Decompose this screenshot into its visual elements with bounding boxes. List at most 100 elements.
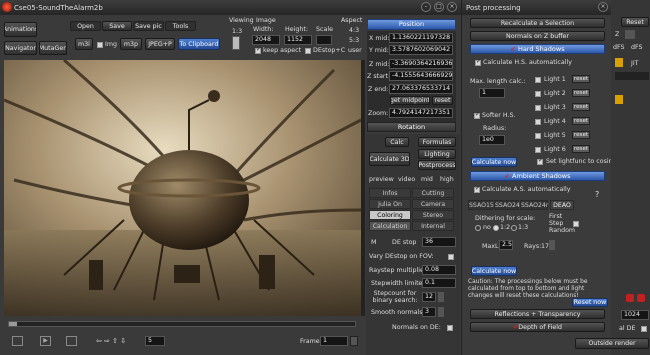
smooth-normals-spinner[interactable] <box>438 307 444 317</box>
stepwidth-input[interactable]: 0.1 <box>422 278 456 288</box>
viewport-vscroll[interactable] <box>361 60 365 316</box>
viewing-value[interactable]: 1:3 <box>232 28 242 35</box>
rays-spinner[interactable] <box>549 240 555 250</box>
right-folder-icon[interactable] <box>615 58 623 67</box>
close-icon[interactable]: × <box>447 2 457 12</box>
stepcount-spinner[interactable] <box>438 292 444 302</box>
dither-1-3-radio[interactable] <box>511 225 517 231</box>
m3i-button[interactable]: m3i <box>75 38 93 50</box>
pp-close-icon[interactable]: × <box>598 2 608 12</box>
viewport-hscroll[interactable] <box>8 321 356 327</box>
aspect-4-3[interactable]: 4:3 <box>349 27 359 34</box>
calc-hs-auto-checkbox[interactable] <box>475 58 481 66</box>
save-pic-button[interactable]: Save pic <box>133 21 164 31</box>
normals-zbuffer-button[interactable]: Normals on Z buffer <box>470 31 605 41</box>
tab-internal[interactable]: Internal <box>412 221 454 231</box>
stepcount-input[interactable]: 12 <box>422 292 436 302</box>
navigator-button[interactable]: Navigator <box>4 41 37 55</box>
right-z-spinner[interactable] <box>625 30 635 39</box>
postprocess-button[interactable]: Postprocess <box>418 160 456 170</box>
nav-arrows-icon[interactable]: ⇦ ⇨ ⇧ ⇩ <box>96 337 126 345</box>
raystep-input[interactable]: 0.08 <box>422 265 456 275</box>
save-button[interactable]: Save <box>102 21 132 31</box>
frame-spinner[interactable] <box>350 336 358 346</box>
de-stop-c-checkbox[interactable] <box>305 48 311 54</box>
right-1024-input[interactable]: 1024 <box>621 310 649 320</box>
light-2-checkbox[interactable] <box>535 91 541 97</box>
tab-cutting[interactable]: Cutting <box>412 188 454 198</box>
get-midpoint-button[interactable]: get midpoint <box>390 96 430 105</box>
z-mid-input[interactable]: -3.3690364216936 <box>389 59 453 69</box>
ambient-shadows-header[interactable]: ✔ Ambient Shadows <box>470 171 605 181</box>
tab-camera[interactable]: Camera <box>412 199 454 209</box>
rotation-header[interactable]: Rotation <box>367 122 456 132</box>
reflections-transparency-button[interactable]: Reflections + Transparency <box>470 309 605 319</box>
tab-deao[interactable]: DEAO <box>550 200 574 210</box>
right-red-icon-2[interactable] <box>637 294 645 302</box>
preview-option[interactable]: preview <box>369 176 394 183</box>
maximize-icon[interactable]: □ <box>434 2 444 12</box>
vary-de-stop-checkbox[interactable] <box>448 254 454 260</box>
light-3-reset[interactable]: reset <box>572 103 590 111</box>
nav-step-input[interactable]: 5 <box>145 336 165 346</box>
tab-ssao15[interactable]: SSAO15 <box>468 200 494 210</box>
first-step-random-checkbox[interactable] <box>573 221 579 227</box>
tab-coloring[interactable]: Coloring <box>369 210 411 220</box>
outside-render-button[interactable]: Outside render <box>575 338 649 349</box>
keep-aspect-checkbox[interactable] <box>255 46 261 54</box>
light-2-reset[interactable]: reset <box>572 89 590 97</box>
viewing-slider[interactable] <box>232 36 240 50</box>
m3p-button[interactable]: m3p <box>120 38 142 50</box>
calc-button[interactable]: Calc <box>385 137 409 147</box>
mutagen-button[interactable]: MutaGen <box>39 41 67 55</box>
light-6-checkbox[interactable] <box>535 147 541 153</box>
scale-input[interactable] <box>316 35 332 45</box>
img-checkbox[interactable] <box>97 42 103 48</box>
z-end-input[interactable]: 27.063376533714 <box>389 84 453 94</box>
animations-button[interactable]: Animations <box>4 22 37 37</box>
minimize-icon[interactable]: – <box>421 2 431 12</box>
right-folder-icon-2[interactable] <box>615 95 623 104</box>
position-header[interactable]: Position <box>367 19 456 30</box>
max-length-input[interactable]: 1 <box>479 88 505 98</box>
recalculate-selection-button[interactable]: Recalculate a Selection <box>470 18 605 28</box>
aspect-5-3[interactable]: 5:3 <box>349 37 359 44</box>
nav-measure-icon[interactable] <box>66 336 77 346</box>
tab-infos[interactable]: Infos <box>369 188 411 198</box>
width-input[interactable]: 2048 <box>252 35 280 45</box>
right-field-1[interactable] <box>615 72 649 80</box>
light-4-checkbox[interactable] <box>535 119 541 125</box>
video-option[interactable]: video <box>398 176 415 183</box>
tools-button[interactable]: Tools <box>165 21 196 31</box>
z-start-input[interactable]: -4.1555643666929 <box>389 71 453 81</box>
to-clipboard-button[interactable]: To Clipboard <box>178 38 220 50</box>
light-5-reset[interactable]: reset <box>572 131 590 139</box>
right-red-icon-1[interactable] <box>626 294 634 302</box>
right-reset-button[interactable]: Reset <box>621 17 649 27</box>
hscroll-thumb[interactable] <box>9 322 17 326</box>
tab-stereo[interactable]: Stereo <box>412 210 454 220</box>
tab-julia-on[interactable]: Julia On <box>369 199 411 209</box>
set-lightfunc-checkbox[interactable] <box>537 157 543 165</box>
maxl-input[interactable]: 2.5 <box>499 240 513 250</box>
formulas-button[interactable]: Formulas <box>418 137 456 147</box>
open-button[interactable]: Open <box>70 21 101 31</box>
mid-option[interactable]: mid <box>421 176 433 183</box>
light-1-checkbox[interactable] <box>535 77 541 83</box>
as-calculate-now-button[interactable]: Calculate now <box>471 266 517 276</box>
calc-as-auto-checkbox[interactable] <box>474 185 480 193</box>
smooth-normals-input[interactable]: 3 <box>422 307 436 317</box>
tab-ssao24r[interactable]: SSAO24r <box>520 200 548 210</box>
frame-input[interactable]: 1 <box>320 336 348 346</box>
light-5-checkbox[interactable] <box>535 133 541 139</box>
nav-play-icon[interactable]: ▶ <box>40 336 51 346</box>
zoom-input[interactable]: 4.7924147217351 <box>389 108 453 118</box>
light-3-checkbox[interactable] <box>535 105 541 111</box>
lighting-button[interactable]: Lighting <box>418 149 456 159</box>
normals-on-de-checkbox[interactable] <box>447 325 453 331</box>
light-4-reset[interactable]: reset <box>572 117 590 125</box>
hs-calculate-now-button[interactable]: Calculate now <box>471 157 517 167</box>
height-input[interactable]: 1152 <box>284 35 312 45</box>
light-1-reset[interactable]: reset <box>572 75 590 83</box>
dither-no-radio[interactable] <box>475 225 481 231</box>
